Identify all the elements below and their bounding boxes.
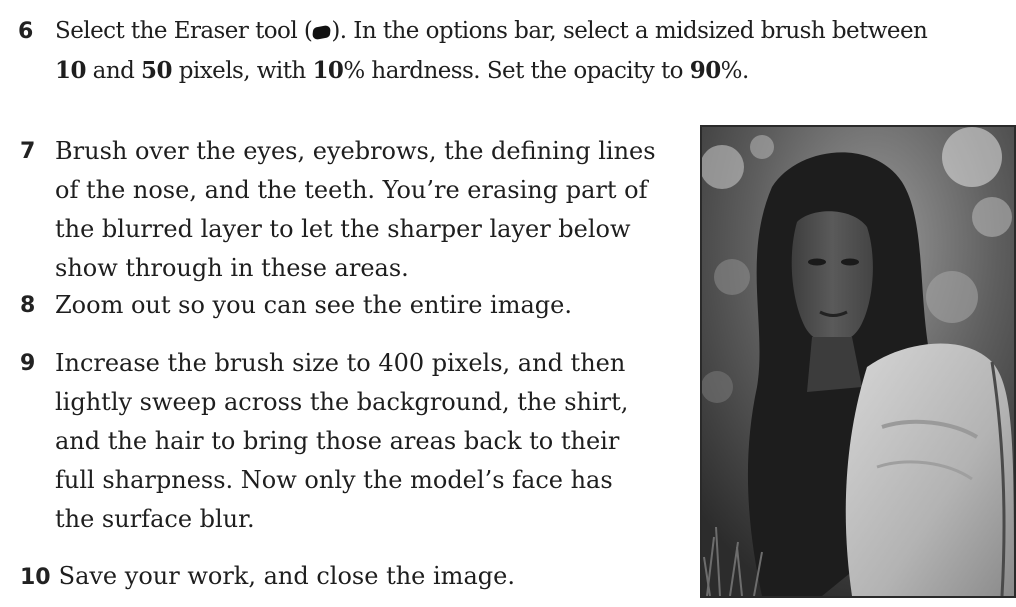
step-6: 6 Select the Eraser tool ( ). In the opti…: [18, 12, 1016, 91]
step-line: of the nose, and the teeth. You’re erasi…: [55, 176, 648, 204]
step-line: 10 and 50 pixels, with 10% hardness. Set…: [55, 51, 1016, 91]
right-eye: [841, 258, 859, 266]
step-number: 6: [18, 19, 34, 44]
step-line: Zoom out so you can see the entire image…: [55, 291, 572, 319]
brush-min-value: 10: [55, 57, 86, 84]
step-9: 9 Increase the brush size to 400 pixels,…: [20, 344, 680, 539]
step-text: Increase the brush size to 400 pixels, a…: [20, 344, 680, 539]
text-run: and: [85, 58, 142, 84]
text-run: % hardness. Set the opacity to: [343, 58, 690, 84]
step-line: the blurred layer to let the sharper lay…: [55, 215, 631, 243]
step-number: 10: [20, 565, 51, 590]
step-line: Select the Eraser tool ( ). In the option…: [55, 12, 1016, 51]
step-text: Save your work, and close the image.: [58, 562, 515, 590]
step-line: the surface blur.: [55, 505, 255, 533]
brush-max-value: 50: [141, 57, 172, 84]
step-text: Brush over the eyes, eyebrows, the defin…: [20, 132, 680, 288]
left-eye: [808, 258, 826, 266]
step-line: Brush over the eyes, eyebrows, the defin…: [55, 137, 656, 165]
step-number: 8: [20, 293, 36, 318]
step-line: show through in these areas.: [55, 254, 409, 282]
step-line: lightly sweep across the background, the…: [55, 388, 629, 416]
portrait-photo: [700, 125, 1016, 598]
portrait-illustration: [702, 127, 1014, 596]
text-run: pixels, with: [171, 58, 313, 84]
step-line: full sharpness. Now only the model’s fac…: [55, 466, 613, 494]
hardness-value: 10: [312, 57, 344, 84]
text-run: %.: [720, 58, 750, 84]
text-run: Select the Eraser tool (: [55, 18, 313, 44]
step-number: 9: [20, 351, 36, 376]
step-text: Zoom out so you can see the entire image…: [20, 286, 680, 325]
shirt: [845, 343, 1014, 596]
step-text: Select the Eraser tool ( ). In the option…: [18, 12, 1016, 91]
face: [791, 211, 873, 344]
opacity-value: 90: [689, 57, 721, 84]
step-10: 10 Save your work, and close the image.: [20, 557, 680, 597]
step-7: 7 Brush over the eyes, eyebrows, the def…: [20, 132, 680, 288]
step-line: Increase the brush size to 400 pixels, a…: [55, 349, 626, 377]
step-8: 8 Zoom out so you can see the entire ima…: [20, 286, 680, 325]
step-number: 7: [20, 139, 36, 164]
text-run: ). In the options bar, select a midsized…: [331, 18, 928, 44]
step-line: and the hair to bring those areas back t…: [55, 427, 620, 455]
eraser-tool-icon: [312, 24, 332, 41]
